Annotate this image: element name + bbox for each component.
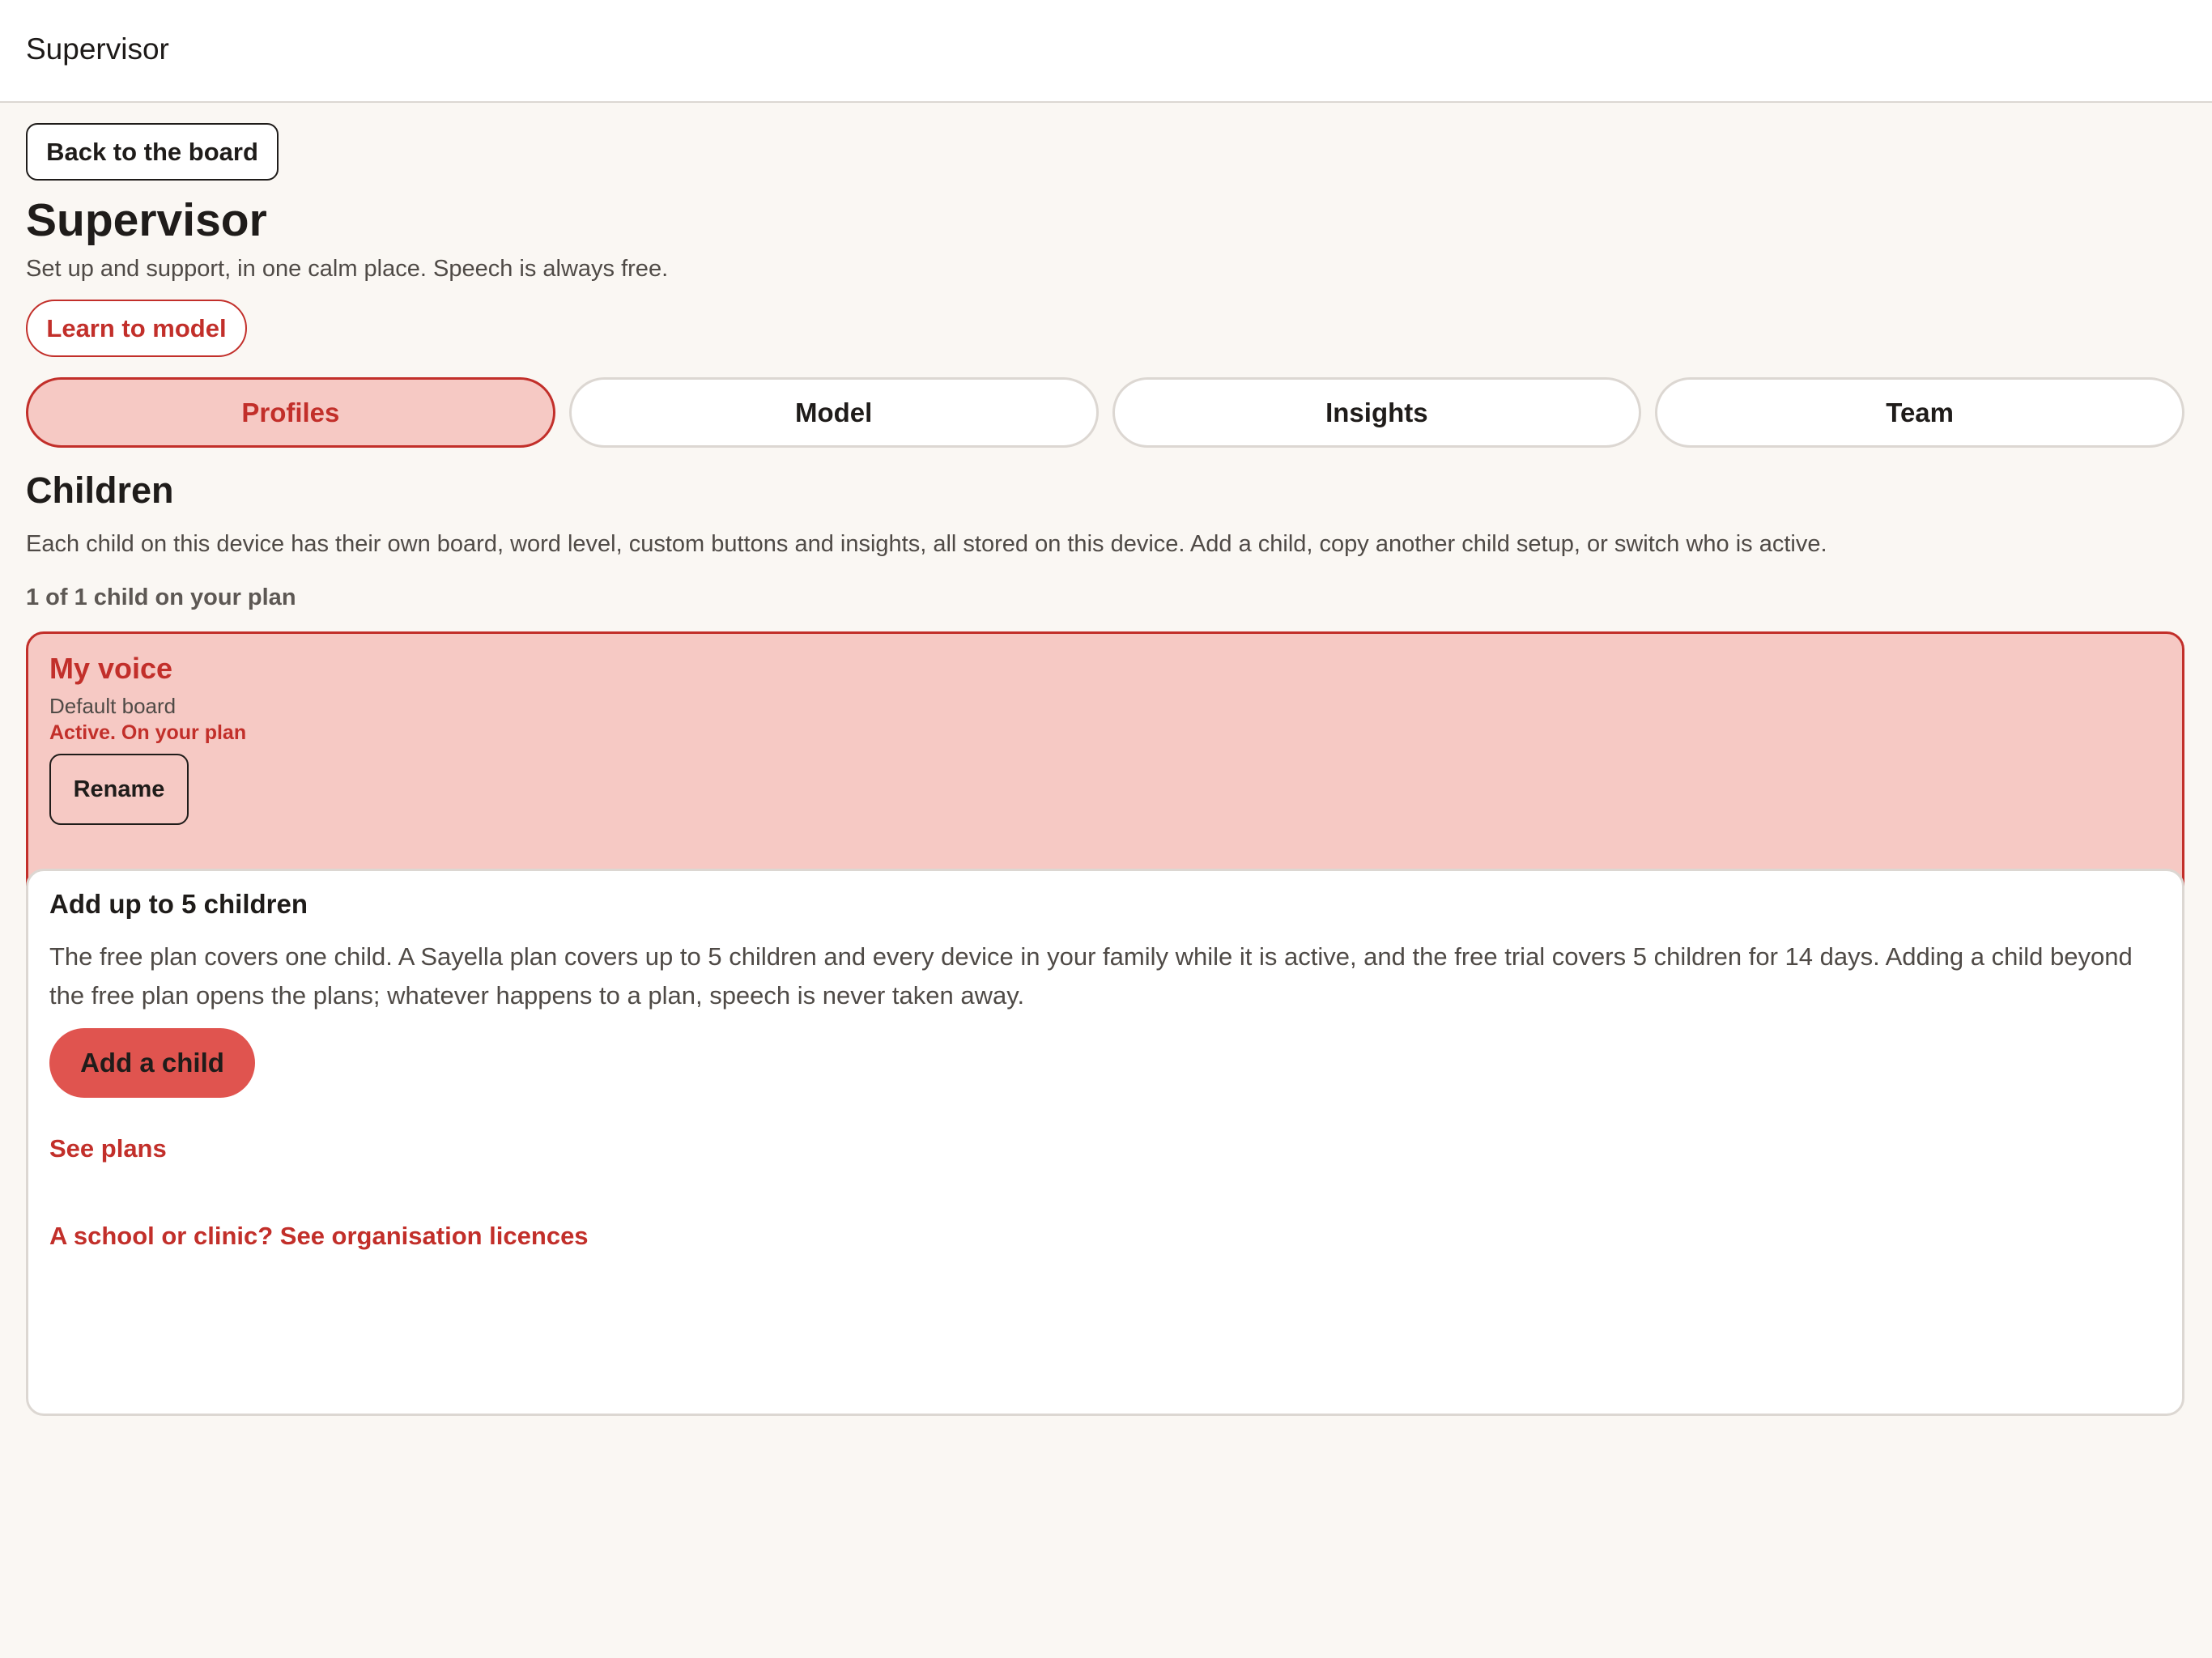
tab-model[interactable]: Model xyxy=(568,377,1099,448)
section-title: Children xyxy=(26,470,174,511)
plan-count: 1 of 1 child on your plan xyxy=(26,585,296,610)
top-bar: Supervisor xyxy=(0,0,2212,103)
child-status: Active. On your plan xyxy=(49,721,247,744)
tab-team[interactable]: Team xyxy=(1655,377,2184,448)
back-to-board-button[interactable]: Back to the board xyxy=(26,123,279,181)
tab-bar: Profiles Model Insights Team xyxy=(26,377,2184,448)
child-board: Default board xyxy=(49,694,177,718)
organisation-licences-link[interactable]: A school or clinic? See organisation lic… xyxy=(49,1222,589,1251)
rename-button[interactable]: Rename xyxy=(49,754,189,825)
tab-insights[interactable]: Insights xyxy=(1112,377,1642,448)
add-card-body: The free plan covers one child. A Sayell… xyxy=(49,942,2133,1010)
page-subtitle: Set up and support, in one calm place. S… xyxy=(26,256,669,282)
learn-to-model-button[interactable]: Learn to model xyxy=(26,300,247,357)
add-child-button[interactable]: Add a child xyxy=(49,1028,255,1098)
tab-profiles[interactable]: Profiles xyxy=(26,377,555,448)
section-description: Each child on this device has their own … xyxy=(26,531,1827,557)
add-children-card: Add up to 5 children The free plan cover… xyxy=(26,869,2184,1416)
add-card-heading: Add up to 5 children xyxy=(49,889,308,919)
page-title: Supervisor xyxy=(26,194,267,246)
see-plans-link[interactable]: See plans xyxy=(49,1134,167,1163)
app-title: Supervisor xyxy=(26,32,169,66)
child-name: My voice xyxy=(49,652,173,685)
